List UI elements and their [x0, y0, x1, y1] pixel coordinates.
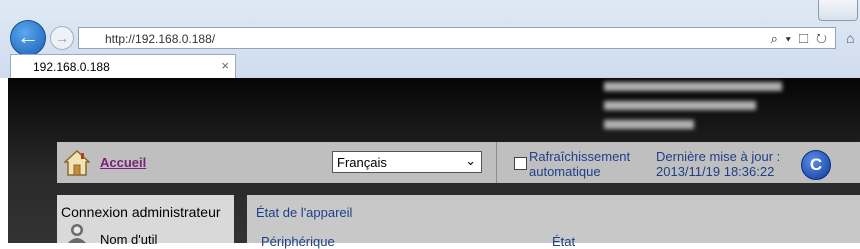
home-link[interactable]: Accueil: [100, 155, 146, 170]
address-bar[interactable]: http://192.168.0.188/ ⌕ ▾ ☐ ↻: [78, 27, 836, 49]
home-icon[interactable]: [64, 149, 90, 177]
redacted-info-line: [604, 120, 694, 129]
browser-tab[interactable]: 192.168.0.188 ×: [10, 54, 236, 78]
column-header-device: Périphérique: [261, 234, 335, 249]
home-icon[interactable]: ⌂: [846, 30, 854, 46]
tab-title: 192.168.0.188: [33, 60, 110, 74]
chevron-down-icon: ⌄: [465, 153, 476, 168]
language-select[interactable]: Français ⌄: [332, 151, 482, 173]
refresh-button[interactable]: C: [801, 150, 831, 180]
user-icon: [68, 224, 86, 243]
minimize-button[interactable]: [818, 0, 858, 21]
back-button[interactable]: ←: [10, 20, 46, 56]
browser-chrome: ← → http://192.168.0.188/ ⌕ ▾ ☐ ↻ ⌂ 192.…: [0, 0, 860, 78]
auto-refresh-label[interactable]: Rafraîchissement automatique: [529, 149, 639, 179]
device-status-title: État de l'appareil: [256, 205, 353, 220]
forward-button[interactable]: →: [50, 26, 74, 50]
redacted-info-line: [604, 101, 756, 110]
last-update-value: 2013/11/19 18:36:22: [656, 164, 775, 179]
column-header-status: État: [552, 234, 576, 249]
language-value: Français: [337, 155, 387, 170]
auto-refresh-checkbox[interactable]: [514, 157, 527, 170]
tab-close-icon[interactable]: ×: [221, 58, 229, 73]
address-text[interactable]: http://192.168.0.188/: [105, 32, 215, 46]
divider: [496, 142, 497, 183]
search-refresh-icons[interactable]: ⌕ ▾ ☐ ↻: [771, 31, 829, 47]
username-label: Nom d'util: [100, 232, 158, 247]
redacted-info-line: [604, 82, 782, 91]
admin-login-title: Connexion administrateur: [61, 204, 221, 220]
last-update-label: Dernière mise à jour :: [656, 149, 781, 164]
